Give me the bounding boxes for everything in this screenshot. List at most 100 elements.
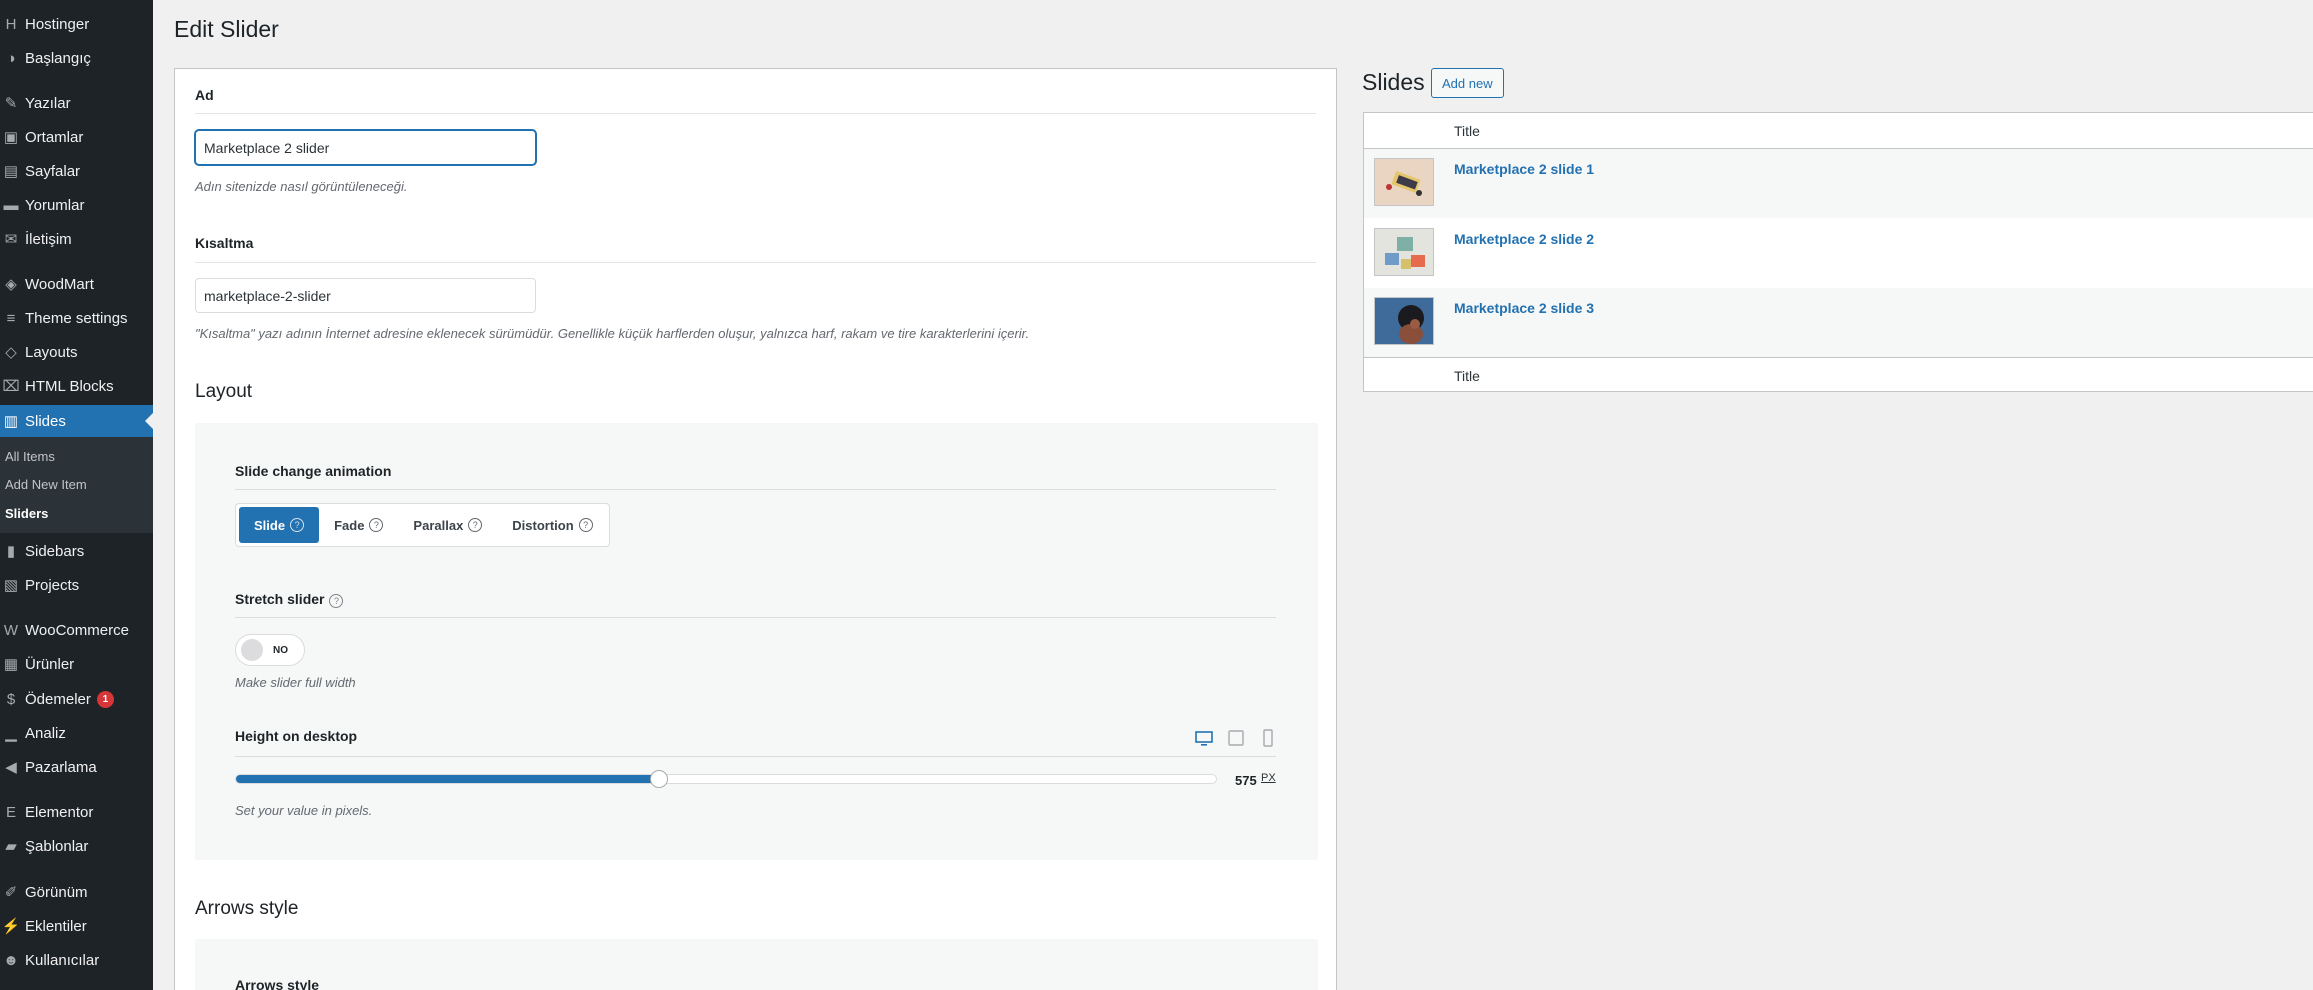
sidebar-item-woodmart[interactable]: ◈ WoodMart — [0, 268, 153, 300]
table-row: Marketplace 2 slide 2 — [1364, 219, 2313, 288]
sidebar-item-plugins[interactable]: ⚡ Eklentiler — [0, 910, 153, 942]
sidebar-item-label: Yorumlar — [25, 196, 85, 214]
name-hint: Adın sitenizde nasıl görüntüleneceği. — [195, 179, 408, 194]
stretch-toggle[interactable]: NO — [235, 634, 305, 666]
name-label: Ad — [195, 87, 214, 103]
tablet-icon[interactable] — [1227, 729, 1245, 747]
payments-icon: $ — [6, 690, 16, 708]
slides-icon: ▥ — [3, 413, 19, 430]
sidebar-item-elementor[interactable]: E Elementor — [0, 796, 153, 828]
toggle-knob — [241, 639, 263, 661]
media-icon: ▣ — [3, 129, 19, 146]
name-input[interactable] — [195, 130, 536, 165]
desktop-icon[interactable] — [1195, 729, 1213, 747]
sidebar-item-label: Pazarlama — [25, 758, 97, 776]
slide-thumbnail[interactable] — [1374, 297, 1434, 345]
submenu-all-items[interactable]: All Items — [5, 449, 55, 464]
sidebar-item-appearance[interactable]: ✐ Görünüm — [0, 876, 153, 908]
sidebar-item-posts[interactable]: ✎ Yazılar — [0, 87, 153, 119]
sidebar-item-products[interactable]: ▦ Ürünler — [0, 648, 153, 680]
sidebar-item-label: Ödemeler — [25, 690, 91, 708]
slide-link[interactable]: Marketplace 2 slide 3 — [1454, 300, 1594, 316]
page-title: Edit Slider — [174, 16, 279, 42]
sidebar-item-label: Elementor — [25, 803, 94, 821]
slide-3-image — [1375, 298, 1433, 344]
brush-icon: ✐ — [4, 884, 18, 901]
slug-hint: "Kısaltma" yazı adının İnternet adresine… — [195, 326, 1030, 341]
sidebar-item-templates[interactable]: ▰ Şablonlar — [0, 830, 153, 862]
add-new-slide-button[interactable]: Add new — [1431, 68, 1504, 98]
sidebar-item-dashboard[interactable]: ◑ Başlangıç — [0, 42, 153, 74]
height-hint: Set your value in pixels. — [235, 803, 373, 818]
notification-badge: 1 — [96, 690, 114, 708]
analytics-icon: ▁ — [5, 725, 17, 742]
stretch-label: Stretch slider? — [235, 591, 344, 608]
slide-link[interactable]: Marketplace 2 slide 1 — [1454, 161, 1594, 177]
column-title[interactable]: Title — [1454, 123, 1480, 139]
layout-options-box: Slide change animation Slide? Fade? Para… — [195, 423, 1318, 860]
animation-option-slide[interactable]: Slide? — [239, 507, 320, 543]
comments-icon: ▬ — [3, 196, 19, 214]
sidebar-item-html-blocks[interactable]: ⌧ HTML Blocks — [0, 370, 153, 402]
slides-submenu: All Items Add New Item Sliders — [0, 437, 153, 533]
admin-sidebar: H Hostinger ◑ Başlangıç ✎ Yazılar ▣ Ortamlar… — [0, 0, 153, 990]
user-icon: ☻ — [3, 951, 19, 969]
sidebar-item-woocommerce[interactable]: W WooCommerce — [0, 614, 153, 646]
slider-thumb[interactable] — [650, 770, 668, 788]
sidebar-item-marketing[interactable]: ◀ Pazarlama — [0, 751, 153, 783]
sidebar-item-comments[interactable]: ▬ Yorumlar — [0, 189, 153, 221]
woocommerce-icon: W — [3, 621, 19, 639]
animation-option-distortion[interactable]: Distortion? — [497, 507, 607, 543]
submenu-sliders[interactable]: Sliders — [5, 506, 48, 521]
sidebar-item-hostinger[interactable]: H Hostinger — [0, 8, 153, 40]
layers-icon: ◇ — [5, 344, 17, 361]
sidebar-item-slides[interactable]: ▥ Slides — [0, 405, 153, 437]
sidebar-item-label: Kullanıcılar — [25, 951, 100, 969]
table-footer: Title — [1364, 357, 2313, 393]
animation-selector: Slide? Fade? Parallax? Distortion? — [235, 503, 610, 547]
animation-option-fade[interactable]: Fade? — [319, 507, 398, 543]
height-slider[interactable] — [235, 770, 1217, 788]
sidebar-item-label: HTML Blocks — [25, 377, 114, 395]
help-icon[interactable]: ? — [329, 594, 344, 608]
sidebar-item-payments[interactable]: $ Ödemeler 1 — [0, 683, 153, 715]
table-row: Marketplace 2 slide 3 — [1364, 288, 2313, 357]
layout-section-title: Layout — [195, 381, 253, 402]
sidebar-item-media[interactable]: ▣ Ortamlar — [0, 121, 153, 153]
sidebar-item-sidebars[interactable]: ▮ Sidebars — [0, 535, 153, 567]
sidebar-item-layouts[interactable]: ◇ Layouts — [0, 336, 153, 368]
sidebar-item-label: Slides — [25, 412, 66, 430]
sidebar-item-label: Analiz — [25, 724, 66, 742]
slide-thumbnail[interactable] — [1374, 228, 1434, 276]
option-label: Distortion — [512, 517, 574, 533]
sidebar-item-label: İletişim — [25, 230, 72, 248]
slide-thumbnail[interactable] — [1374, 158, 1434, 206]
sidebar-item-pages[interactable]: ▤ Sayfalar — [0, 155, 153, 187]
slug-input[interactable] — [195, 278, 536, 313]
sidebar-item-projects[interactable]: ▧ Projects — [0, 569, 153, 601]
code-icon: ⌧ — [2, 378, 20, 395]
unit-selector[interactable]: PX — [1261, 772, 1276, 784]
slide-link[interactable]: Marketplace 2 slide 2 — [1454, 231, 1594, 247]
divider — [195, 113, 1316, 114]
sidebar-item-label: Projects — [25, 576, 80, 594]
column-title[interactable]: Title — [1454, 368, 1480, 384]
sidebar-item-label: Eklentiler — [25, 917, 87, 935]
divider — [235, 756, 1276, 757]
sidebar-item-analytics[interactable]: ▁ Analiz — [0, 717, 153, 749]
sidebar-item-label: Theme settings — [25, 309, 128, 327]
submenu-add-new-item[interactable]: Add New Item — [5, 477, 87, 492]
slug-label: Kısaltma — [195, 235, 254, 251]
sidebar-item-theme-settings[interactable]: ≡ Theme settings — [0, 302, 153, 334]
elementor-icon: E — [5, 803, 16, 821]
animation-option-parallax[interactable]: Parallax? — [398, 507, 497, 543]
sidebar-item-label: Başlangıç — [25, 49, 91, 67]
help-icon: ? — [468, 518, 483, 532]
sliders-icon: ≡ — [6, 309, 16, 327]
stretch-hint: Make slider full width — [235, 675, 356, 690]
mobile-icon[interactable] — [1259, 729, 1277, 747]
sidebar-item-contact[interactable]: ✉ İletişim — [0, 223, 153, 255]
dashboard-icon: ◑ — [6, 49, 16, 67]
sidebar-item-label: Şablonlar — [25, 837, 89, 855]
sidebar-item-users[interactable]: ☻ Kullanıcılar — [0, 944, 153, 976]
